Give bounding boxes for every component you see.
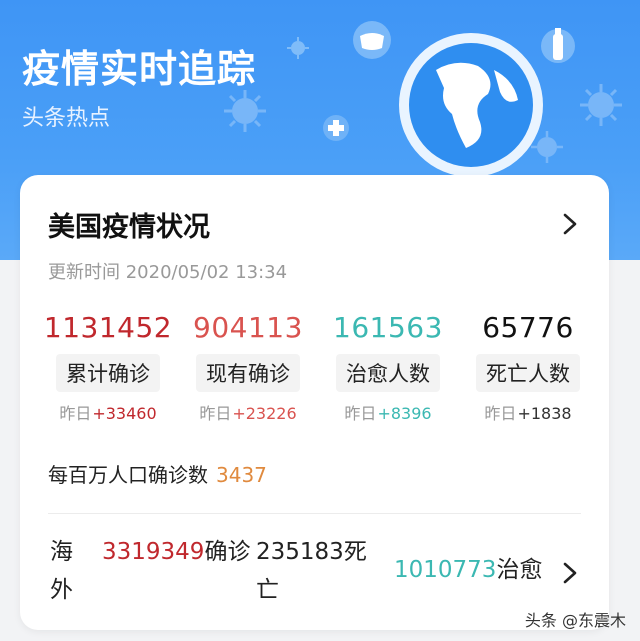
stat-label: 死亡人数 xyxy=(476,354,580,392)
card-title[interactable]: 美国疫情状况 xyxy=(48,205,210,244)
stat-yesterday: 昨日+33460 xyxy=(38,400,178,424)
medical-cross-icon xyxy=(323,115,349,141)
mask-icon xyxy=(353,21,391,59)
stat-label: 累计确诊 xyxy=(56,354,160,392)
yesterday-delta: +33460 xyxy=(92,404,157,423)
overseas-recovered: 1010773治愈 xyxy=(394,551,542,589)
overseas-confirmed-label: 确诊 xyxy=(204,539,251,565)
per-million-value: 3437 xyxy=(216,463,267,487)
per-million-confirmed: 每百万人口确诊数 3437 xyxy=(48,459,267,488)
stat-recovered: 161563 治愈人数 昨日+8396 xyxy=(318,311,458,424)
yesterday-prefix: 昨日 xyxy=(199,404,232,423)
update-time-label: 更新时间 xyxy=(48,262,120,283)
update-time: 更新时间 2020/05/02 13:34 xyxy=(48,258,287,284)
stat-yesterday: 昨日+1838 xyxy=(458,400,598,424)
stat-cumulative-confirmed: 1131452 累计确诊 昨日+33460 xyxy=(38,311,178,424)
overseas-deaths: 235183死亡 xyxy=(256,533,378,609)
watermark: 头条 @东震木 xyxy=(524,611,626,630)
bottle-icon xyxy=(541,28,575,63)
banner-subtitle: 头条热点 xyxy=(22,106,111,131)
us-status-card: 美国疫情状况 更新时间 2020/05/02 13:34 1131452 累计确… xyxy=(20,175,609,630)
stat-value: 65776 xyxy=(482,311,574,344)
overseas-label: 海外 xyxy=(50,539,73,603)
yesterday-delta: +23226 xyxy=(232,404,297,423)
stat-label: 治愈人数 xyxy=(336,354,440,392)
virus-icon xyxy=(580,84,622,126)
stat-deaths: 65776 死亡人数 昨日+1838 xyxy=(458,311,598,424)
update-time-value: 2020/05/02 13:34 xyxy=(125,262,288,283)
yesterday-delta: +1838 xyxy=(517,404,572,423)
overseas-recovered-label: 治愈 xyxy=(496,557,543,583)
overseas-confirmed: 3319349确诊 xyxy=(102,533,252,571)
chevron-right-icon[interactable] xyxy=(559,211,581,237)
globe-icon xyxy=(399,33,543,177)
virus-icon xyxy=(224,90,266,132)
stat-value: 161563 xyxy=(333,311,443,344)
stat-yesterday: 昨日+8396 xyxy=(318,400,458,424)
stats-row: 1131452 累计确诊 昨日+33460 904113 现有确诊 昨日+232… xyxy=(38,311,598,424)
yesterday-delta: +8396 xyxy=(377,404,432,423)
per-million-label: 每百万人口确诊数 xyxy=(48,463,208,487)
virus-icon xyxy=(287,37,309,59)
overseas-confirmed-value: 3319349 xyxy=(102,539,205,565)
stat-current-confirmed: 904113 现有确诊 昨日+23226 xyxy=(178,311,318,424)
yesterday-prefix: 昨日 xyxy=(344,404,377,423)
stat-yesterday: 昨日+23226 xyxy=(178,400,318,424)
yesterday-prefix: 昨日 xyxy=(59,404,92,423)
virus-icon xyxy=(531,131,563,163)
stat-label: 现有确诊 xyxy=(196,354,300,392)
yesterday-prefix: 昨日 xyxy=(484,404,517,423)
banner-title: 疫情实时追踪 xyxy=(22,47,257,91)
stat-value: 1131452 xyxy=(43,311,173,344)
overseas-chevron-right-icon[interactable] xyxy=(559,560,581,586)
overseas-deaths-value: 235183 xyxy=(256,539,344,565)
overseas-recovered-value: 1010773 xyxy=(394,557,497,583)
divider xyxy=(48,513,581,514)
stat-value: 904113 xyxy=(193,311,303,344)
